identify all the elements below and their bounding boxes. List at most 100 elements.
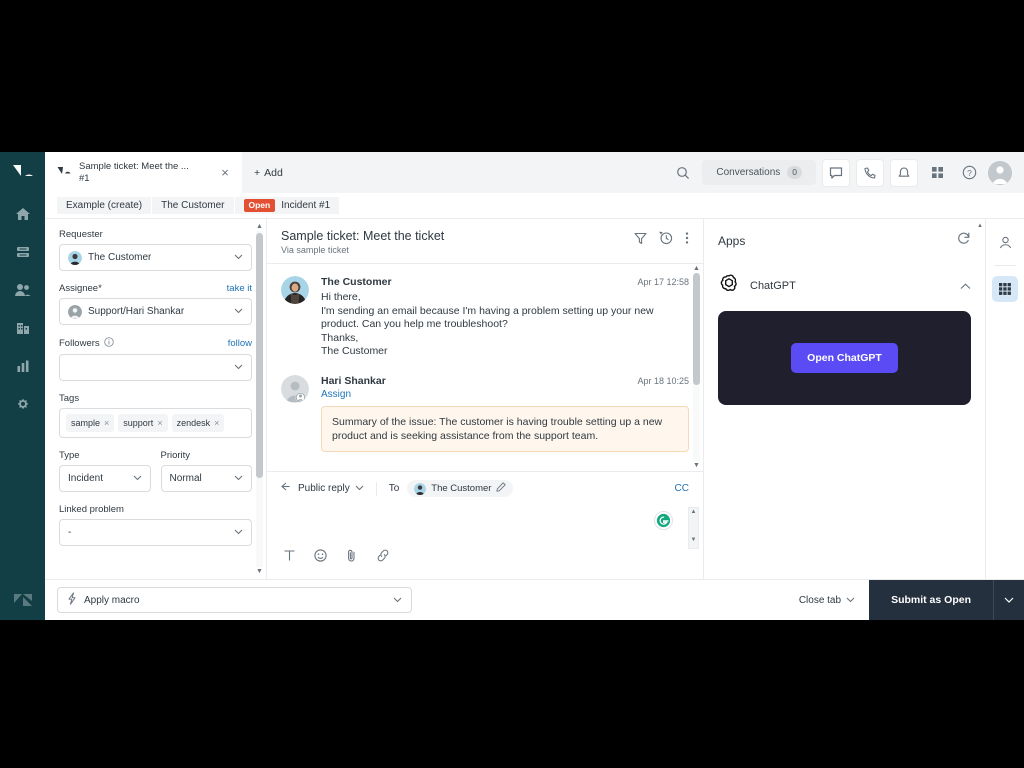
pencil-icon[interactable] bbox=[496, 482, 507, 495]
sidebar-item-organizations[interactable] bbox=[0, 309, 45, 347]
more-options-icon[interactable] bbox=[685, 231, 689, 250]
submit-as-open-button[interactable]: Submit as Open bbox=[869, 580, 993, 620]
tag-chip[interactable]: support × bbox=[118, 414, 168, 432]
reply-type-label: Public reply bbox=[298, 483, 350, 494]
scrollbar-thumb[interactable] bbox=[693, 273, 700, 385]
user-profile-icon[interactable] bbox=[992, 229, 1018, 255]
emoji-icon[interactable] bbox=[314, 549, 327, 567]
scrollbar-thumb[interactable] bbox=[256, 233, 263, 478]
chat-icon[interactable] bbox=[822, 158, 850, 187]
recipient-chip[interactable]: The Customer bbox=[407, 480, 514, 497]
tab-sample-ticket[interactable]: Sample ticket: Meet the ... #1 × bbox=[45, 152, 242, 193]
breadcrumb-label: Example (create) bbox=[66, 200, 143, 211]
conversation-scrollbar[interactable]: ▲ ▼ bbox=[693, 265, 700, 469]
remove-tag-icon[interactable]: × bbox=[104, 418, 109, 428]
apps-grid-icon[interactable] bbox=[924, 160, 950, 186]
chevron-down-icon bbox=[234, 527, 243, 538]
close-icon[interactable]: × bbox=[218, 166, 232, 179]
message-author: Hari Shankar bbox=[321, 374, 386, 387]
scroll-down-arrow[interactable]: ▼ bbox=[693, 462, 700, 469]
priority-select[interactable]: Normal bbox=[160, 465, 252, 492]
text-format-icon[interactable] bbox=[283, 549, 296, 567]
conversation-panel: Sample ticket: Meet the ticket Via sampl… bbox=[267, 219, 704, 579]
breadcrumb-item-customer[interactable]: The Customer bbox=[152, 197, 235, 214]
tags-label: Tags bbox=[59, 393, 80, 404]
apply-macro-select[interactable]: Apply macro bbox=[57, 587, 412, 613]
search-icon[interactable] bbox=[670, 160, 696, 186]
conversation-via: Via sample ticket bbox=[281, 245, 349, 255]
composer-scrollbar[interactable]: ▲ ▼ bbox=[688, 507, 699, 549]
sidebar-item-customers[interactable] bbox=[0, 271, 45, 309]
chevron-up-icon[interactable] bbox=[960, 277, 971, 295]
call-icon[interactable] bbox=[856, 158, 884, 187]
chatgpt-app-card: Open ChatGPT bbox=[718, 311, 971, 405]
reply-type-selector[interactable]: Public reply bbox=[281, 482, 364, 495]
breadcrumb-list: Example (create) The Customer Open Incid… bbox=[57, 197, 340, 214]
reporting-icon bbox=[17, 360, 28, 372]
followers-select[interactable] bbox=[59, 354, 252, 381]
cc-link[interactable]: CC bbox=[675, 483, 689, 494]
type-label: Type bbox=[59, 450, 80, 461]
ai-summary-box: Summary of the issue: The customer is ha… bbox=[321, 405, 689, 452]
follow-link[interactable]: follow bbox=[228, 338, 252, 349]
help-question-icon[interactable]: ? bbox=[956, 160, 982, 186]
customer-avatar bbox=[414, 482, 427, 495]
user-avatar[interactable] bbox=[988, 160, 1012, 185]
breadcrumb-item-incident[interactable]: Open Incident #1 bbox=[234, 197, 340, 214]
submit-options-caret[interactable] bbox=[993, 580, 1024, 620]
tags-input[interactable]: sample × support × zendesk × bbox=[59, 408, 252, 438]
grammarly-icon[interactable] bbox=[654, 511, 673, 530]
scroll-up-arrow[interactable]: ▲ bbox=[693, 265, 700, 272]
scroll-down-arrow[interactable]: ▼ bbox=[256, 568, 263, 575]
apps-grid-icon[interactable] bbox=[992, 276, 1018, 302]
reply-text-area[interactable]: ▲ ▼ bbox=[267, 503, 703, 549]
open-chatgpt-button[interactable]: Open ChatGPT bbox=[791, 343, 898, 373]
composer-toolbar bbox=[267, 549, 703, 579]
field-type-priority-row: Type Incident Priority Normal bbox=[59, 450, 252, 492]
refresh-icon[interactable] bbox=[957, 231, 971, 250]
message-item: The Customer Apr 17 12:58 Hi there, I'm … bbox=[281, 276, 689, 359]
field-requester: Requester The Customer bbox=[59, 229, 252, 271]
sidebar-item-admin[interactable] bbox=[0, 385, 45, 423]
agent-photo-avatar bbox=[281, 374, 309, 403]
sidebar-item-views[interactable] bbox=[0, 233, 45, 271]
tag-label: sample bbox=[71, 418, 101, 428]
footer-actions: Close tab Submit as Open bbox=[799, 580, 1024, 620]
apps-scrollbar[interactable]: ▲ bbox=[977, 223, 983, 249]
sidebar-item-reporting[interactable] bbox=[0, 347, 45, 385]
app-item-chatgpt[interactable]: ChatGPT bbox=[718, 272, 971, 299]
link-icon[interactable] bbox=[376, 549, 390, 567]
remove-tag-icon[interactable]: × bbox=[214, 418, 219, 428]
sidebar-item-home[interactable] bbox=[0, 195, 45, 233]
zendesk-logo-icon[interactable] bbox=[12, 163, 34, 183]
reply-composer: Public reply To The Customer CC ▲ ▼ bbox=[267, 471, 703, 579]
info-icon[interactable] bbox=[103, 337, 114, 350]
attachment-icon[interactable] bbox=[345, 549, 358, 567]
tag-chip[interactable]: sample × bbox=[66, 414, 115, 432]
type-select[interactable]: Incident bbox=[59, 465, 151, 492]
breadcrumb-item-example[interactable]: Example (create) bbox=[57, 197, 153, 214]
linked-problem-select[interactable]: - bbox=[59, 519, 252, 546]
history-clock-icon[interactable] bbox=[659, 231, 673, 250]
tag-chip[interactable]: zendesk × bbox=[171, 414, 225, 432]
assign-link[interactable]: Assign bbox=[321, 389, 689, 400]
zendesk-product-icon[interactable] bbox=[0, 592, 45, 608]
message-meta: Hari Shankar Apr 18 10:25 bbox=[321, 375, 689, 387]
notifications-bell-icon[interactable] bbox=[890, 158, 918, 187]
remove-tag-icon[interactable]: × bbox=[157, 418, 162, 428]
filter-icon[interactable] bbox=[634, 232, 647, 250]
conversations-pill[interactable]: Conversations 0 bbox=[702, 160, 816, 185]
message-line: Hi there, bbox=[321, 291, 361, 303]
recipient-name: The Customer bbox=[431, 483, 492, 494]
page-title: Sample ticket: Meet the ticket bbox=[281, 229, 445, 243]
take-it-link[interactable]: take it bbox=[227, 283, 252, 294]
message-author: The Customer bbox=[321, 276, 392, 288]
requester-select[interactable]: The Customer bbox=[59, 244, 252, 271]
close-tab-dropdown[interactable]: Close tab bbox=[799, 595, 855, 606]
assignee-select[interactable]: Support/Hari Shankar bbox=[59, 298, 252, 325]
close-tab-label: Close tab bbox=[798, 594, 842, 606]
conversation-header-actions bbox=[634, 229, 689, 250]
scroll-up-arrow[interactable]: ▲ bbox=[256, 223, 263, 230]
properties-scrollbar[interactable]: ▲ ▼ bbox=[256, 223, 263, 575]
add-tab-button[interactable]: + Add bbox=[242, 152, 295, 193]
